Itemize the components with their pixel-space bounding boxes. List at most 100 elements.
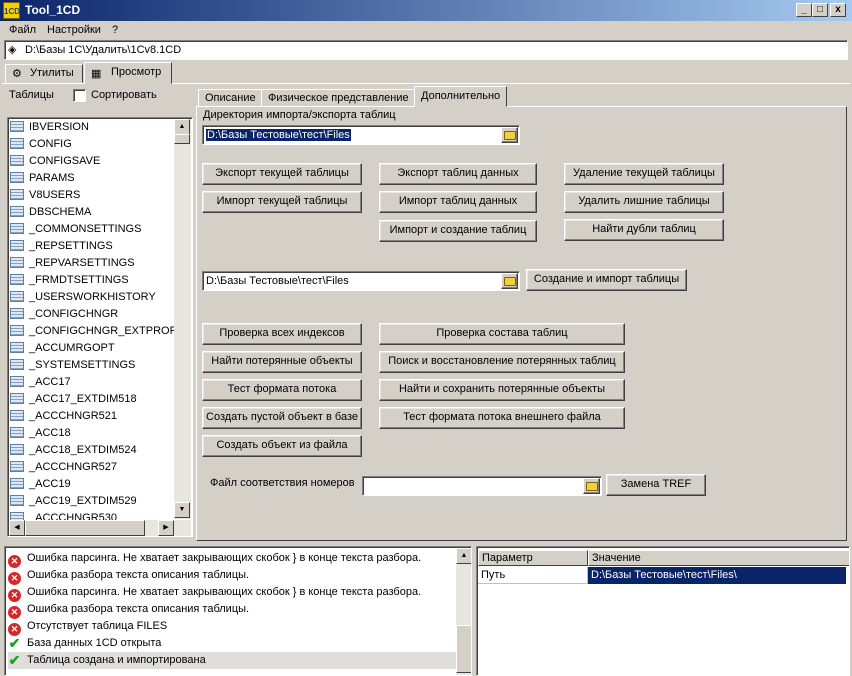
log-scroll-up-arrow[interactable]: ▲ [456,548,471,564]
tables-vscroll[interactable]: ▲ ▼ [174,119,191,519]
log-entry[interactable]: ✔ База данных 1CD открыта [8,635,456,652]
log-vscroll[interactable]: ▲ [456,548,471,675]
table-list-item[interactable]: _ACC17_EXTDIM518 [10,391,137,408]
table-icon [10,240,24,251]
replace-tref-button[interactable]: Замена TREF [606,474,706,496]
dir-browse-button[interactable] [501,127,518,143]
close-button[interactable]: x [830,3,846,17]
params-grid[interactable]: Параметр Значение Путь D:\Базы Тестовые\… [476,546,850,676]
table-file-input[interactable]: D:\Базы Тестовые\тест\Files [202,271,520,291]
tables-hscroll[interactable]: ◀ ▶ [9,520,191,536]
table-list-item[interactable]: V8USERS [10,187,80,204]
delete-current-table-button[interactable]: Удаление текущей таблицы [564,163,724,185]
table-list-item[interactable]: CONFIGSAVE [10,153,100,170]
table-list-item[interactable]: _COMMONSETTINGS [10,221,141,238]
table-icon [10,189,24,200]
table-list-item[interactable]: _ACC18_EXTDIM524 [10,442,137,459]
minimize-button[interactable]: _ [796,3,812,17]
dir-input[interactable]: D:\Базы Тестовые\тест\Files [202,125,520,145]
table-list-item[interactable]: _REPVARSETTINGS [10,255,135,272]
log-entry[interactable]: ✕ Ошибка разбора текста описания таблицы. [8,601,456,619]
check-tables-composition-button[interactable]: Проверка состава таблиц [379,323,625,345]
table-list-item[interactable]: _ACC18 [10,425,71,442]
table-list-item[interactable]: _ACC19_EXTDIM529 [10,493,137,510]
export-current-table-button[interactable]: Экспорт текущей таблицы [202,163,362,185]
scroll-thumb[interactable] [174,134,190,144]
sort-checkbox[interactable] [73,89,86,102]
find-duplicate-tables-button[interactable]: Найти дубли таблиц [564,219,724,241]
table-list-item[interactable]: _CONFIGCHNGR_EXTPROP [10,323,177,340]
create-object-from-file-button[interactable]: Создать объект из файла [202,435,362,457]
search-restore-lost-tables-button[interactable]: Поиск и восстановление потерянных таблиц [379,351,625,373]
import-data-tables-button[interactable]: Импорт таблиц данных [379,191,537,213]
database-path-field[interactable]: ◈ D:\Базы 1С\Удалить\1Cv8.1CD [4,40,848,60]
create-empty-object-button[interactable]: Создать пустой объект в базе [202,407,362,429]
log-entry[interactable]: ✕ Ошибка разбора текста описания таблицы. [8,567,456,585]
table-list-item[interactable]: _ACC19 [10,476,71,493]
log-entry[interactable]: ✕ Отсутствует таблица FILES [8,618,456,636]
table-list-item[interactable]: PARAMS [10,170,75,187]
table-icon [10,121,24,132]
external-stream-test-button[interactable]: Тест формата потока внешнего файла [379,407,625,429]
scroll-down-arrow[interactable]: ▼ [174,502,190,518]
scroll-left-arrow[interactable]: ◀ [9,520,25,536]
import-create-tables-button[interactable]: Импорт и создание таблиц [379,220,537,242]
log-entry[interactable]: ✕ Ошибка парсинга. Не хватает закрывающих… [8,584,456,602]
table-icon [10,291,24,302]
find-save-lost-objects-button[interactable]: Найти и сохранить потерянные объекты [379,379,625,401]
hscroll-thumb[interactable] [25,520,145,536]
table-list-item[interactable]: _FRMDTSETTINGS [10,272,129,289]
param-cell[interactable]: Путь [478,567,588,584]
tab-additional[interactable]: Дополнительно [414,86,508,107]
log-entry[interactable]: ✕ Ошибка парсинга. Не хватает закрывающих… [8,550,456,568]
menu-bar: Файл Настройки ? [0,21,852,40]
scroll-right-arrow[interactable]: ▶ [158,520,174,536]
check-all-indexes-button[interactable]: Проверка всех индексов [202,323,362,345]
import-current-table-button[interactable]: Импорт текущей таблицы [202,191,362,213]
log-scroll-thumb[interactable] [456,625,471,673]
table-list-item[interactable]: _REPSETTINGS [10,238,113,255]
table-icon [10,274,24,285]
table-name: IBVERSION [29,121,89,133]
create-import-table-button[interactable]: Создание и импорт таблицы [526,269,687,291]
menu-file[interactable]: Файл [9,24,36,36]
table-name: _CONFIGCHNGR [29,308,119,320]
table-list-item[interactable]: CONFIG [10,136,72,153]
scroll-up-arrow[interactable]: ▲ [174,119,190,135]
value-column-header[interactable]: Значение [588,550,849,566]
tab-view[interactable]: ▦ Просмотр [84,62,172,84]
sort-label: Сортировать [91,89,157,101]
table-name: _ACC17 [29,376,71,388]
table-name: _USERSWORKHISTORY [29,291,156,303]
numbers-file-browse-button[interactable] [583,478,600,494]
log-list[interactable]: ✕ Ошибка парсинга. Не хватает закрывающих… [4,546,472,676]
maximize-button[interactable]: □ [812,3,828,17]
dir-label: Директория импорта/экспорта таблиц [203,109,396,121]
tab-description[interactable]: Описание [198,89,263,107]
param-column-header[interactable]: Параметр [478,550,588,566]
table-list-item[interactable]: _CONFIGCHNGR [10,306,118,323]
table-file-browse-button[interactable] [501,273,518,289]
menu-help[interactable]: ? [112,24,118,36]
tab-utilities[interactable]: ⚙ Утилиты [5,64,83,83]
db-icon: ◈ [8,44,17,56]
tables-list[interactable]: IBVERSION CONFIG CONFIGSAVE PARAMS V8USERS DB… [7,117,193,537]
table-list-item[interactable]: _ACCUMRGOPT [10,340,115,357]
find-lost-objects-button[interactable]: Найти потерянные объекты [202,351,362,373]
delete-extra-tables-button[interactable]: Удалить лишние таблицы [564,191,724,213]
table-list-item[interactable]: _ACCCHNGR527 [10,459,117,476]
table-list-item[interactable]: IBVERSION [10,119,89,136]
tab-physical[interactable]: Физическое представление [261,89,416,107]
menu-settings[interactable]: Настройки [47,24,101,36]
table-list-item[interactable]: _ACC17 [10,374,71,391]
stream-format-test-button[interactable]: Тест формата потока [202,379,362,401]
value-cell[interactable]: D:\Базы Тестовые\тест\Files\ [588,567,846,584]
table-list-item[interactable]: _SYSTEMSETTINGS [10,357,135,374]
export-data-tables-button[interactable]: Экспорт таблиц данных [379,163,537,185]
table-list-item[interactable]: DBSCHEMA [10,204,91,221]
table-list-item[interactable]: _USERSWORKHISTORY [10,289,156,306]
numbers-file-input[interactable] [362,476,602,496]
log-entry[interactable]: ✔ Таблица создана и импортирована [8,652,456,669]
table-list-item[interactable]: _ACCCHNGR521 [10,408,117,425]
table-name: _FRMDTSETTINGS [29,274,129,286]
